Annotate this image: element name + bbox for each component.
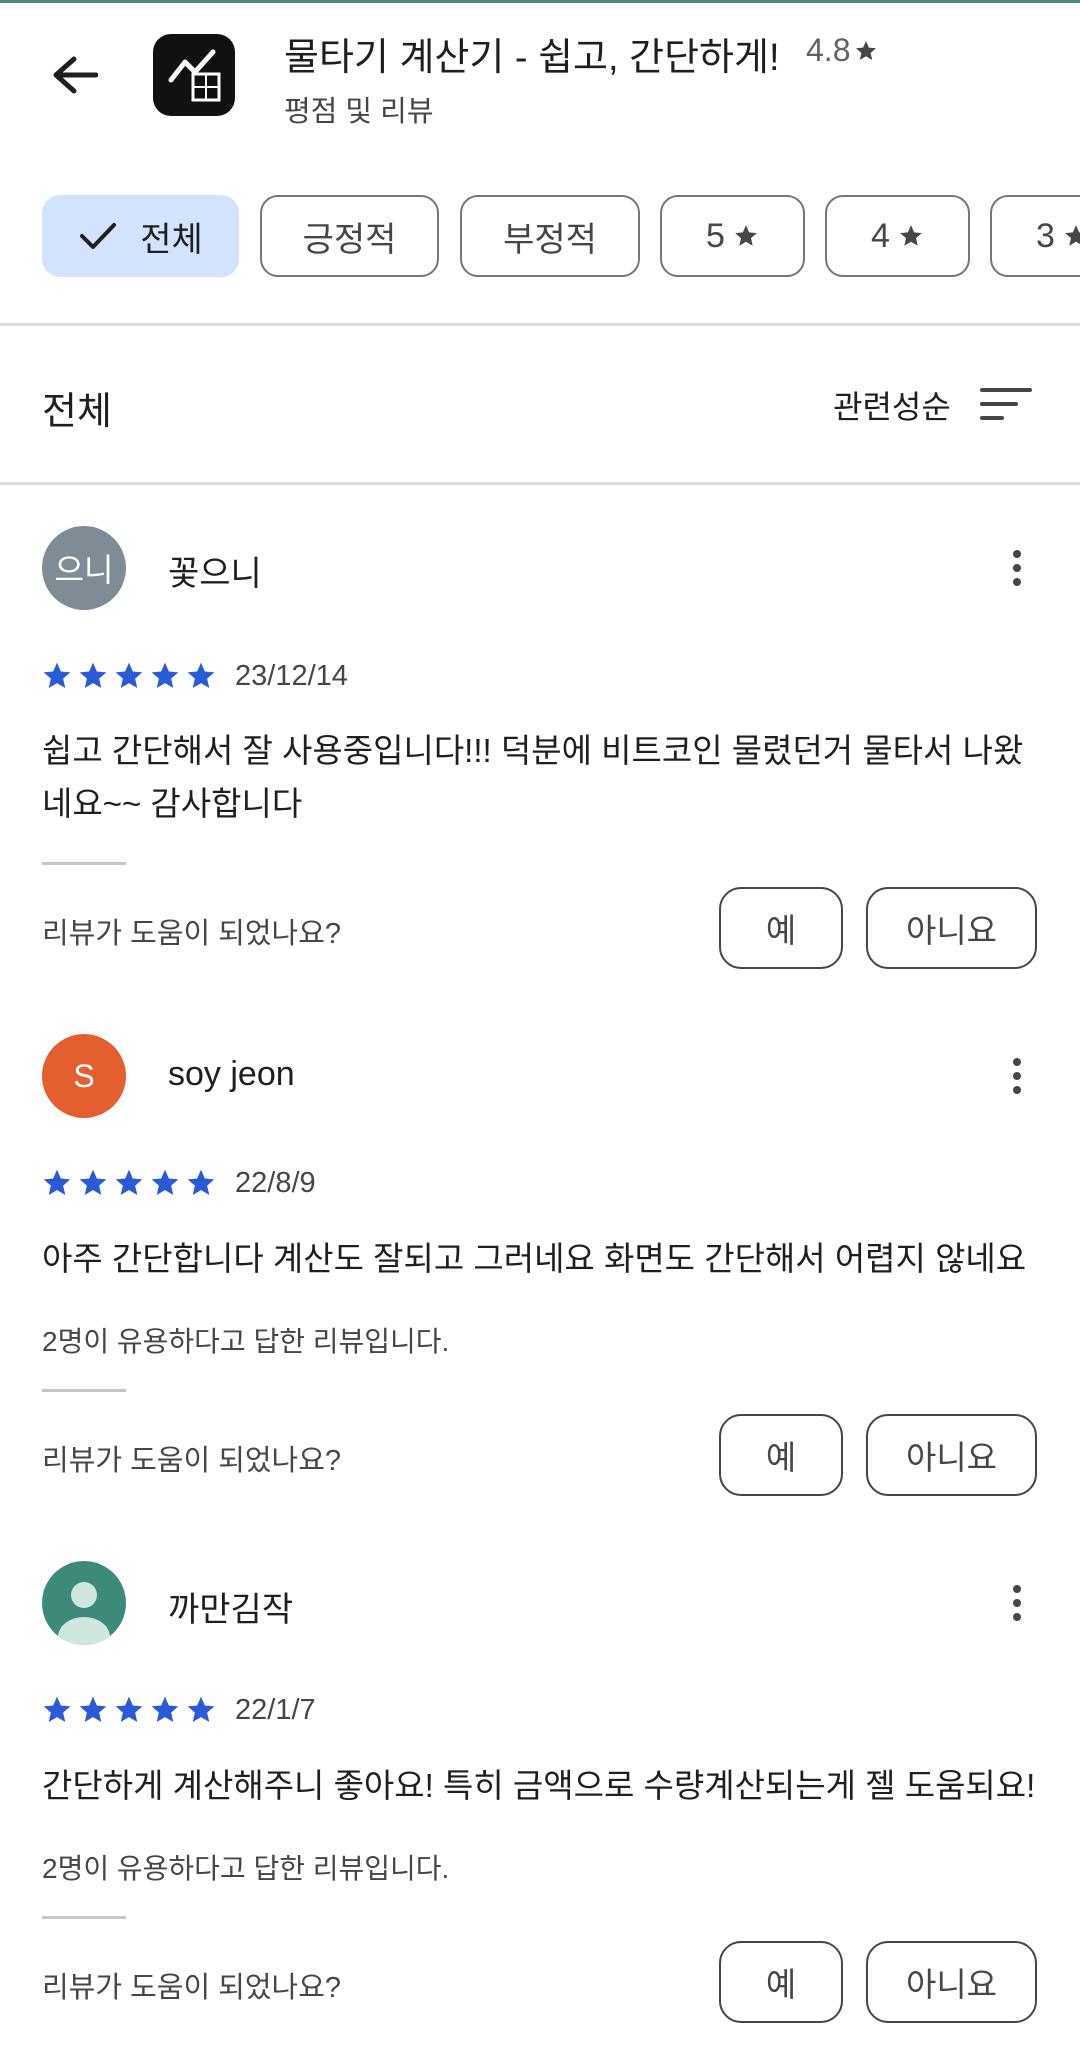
- avatar[interactable]: [42, 1561, 126, 1645]
- star-icon: [43, 1169, 71, 1195]
- star-icon: [187, 1696, 215, 1722]
- review-date: 22/1/7: [235, 1694, 316, 1726]
- chip-5-star[interactable]: 5: [660, 195, 805, 277]
- divider: [42, 862, 126, 865]
- star-icon: [79, 662, 107, 688]
- helpful-count: 2명이 유용하다고 답한 리뷰입니다.: [42, 1326, 450, 1357]
- chip-label: 전체: [140, 220, 203, 259]
- avatar-initials: 으니: [54, 552, 114, 588]
- chip-negative[interactable]: 부정적: [460, 195, 640, 277]
- review-text: 간단하게 계산해주니 좋아요! 특히 금액으로 수량계산되는게 젤 도움되요!: [42, 1767, 1036, 1804]
- helpful-question: 리뷰가 도움이 되었나요?: [42, 918, 342, 950]
- sort-icon[interactable]: [980, 386, 1032, 422]
- app-logo[interactable]: [153, 34, 235, 116]
- chip-all[interactable]: 전체: [42, 195, 239, 277]
- app-rating: 4.8: [806, 32, 878, 69]
- helpful-yes-button[interactable]: 예: [719, 1414, 843, 1496]
- star-icon: [856, 40, 877, 60]
- star-icon: [1065, 225, 1080, 246]
- helpful-question: 리뷰가 도움이 되었나요?: [42, 1445, 342, 1477]
- more-options-icon[interactable]: [1000, 1046, 1034, 1106]
- star-icon: [79, 1696, 107, 1722]
- star-icon: [187, 1169, 215, 1195]
- section-title: 전체: [42, 391, 112, 433]
- star-icon: [115, 1696, 143, 1722]
- helpful-yes-button[interactable]: 예: [719, 887, 843, 969]
- review-author: soy jeon: [168, 1055, 295, 1093]
- review-author: 꽃으니: [168, 555, 262, 593]
- chip-label: 5: [706, 216, 725, 255]
- helpful-count: 2명이 유용하다고 답한 리뷰입니다.: [42, 1853, 450, 1884]
- chip-3-star[interactable]: 3: [990, 195, 1080, 277]
- filter-chips: 전체 긍정적 부정적 5 4 3: [0, 195, 1080, 281]
- chip-label: 3: [1036, 216, 1055, 255]
- star-icon: [43, 1696, 71, 1722]
- chip-4-star[interactable]: 4: [825, 195, 970, 277]
- helpful-yes-button[interactable]: 예: [719, 1941, 843, 2023]
- star-rating: [40, 1694, 218, 1726]
- avatar[interactable]: S: [42, 1034, 126, 1118]
- divider: [42, 1389, 126, 1392]
- chip-label: 부정적: [503, 220, 597, 259]
- helpful-no-button[interactable]: 아니요: [866, 887, 1037, 969]
- helpful-no-button[interactable]: 아니요: [866, 1414, 1037, 1496]
- star-icon: [900, 225, 922, 246]
- app-rating-value: 4.8: [806, 32, 851, 68]
- divider: [42, 1916, 126, 1919]
- page-subtitle: 평점 및 리뷰: [284, 96, 434, 128]
- star-icon: [151, 662, 179, 688]
- star-icon: [151, 1696, 179, 1722]
- app-title: 물타기 계산기 - 쉽고, 간단하게!: [284, 37, 780, 79]
- more-options-icon[interactable]: [1000, 538, 1034, 598]
- star-icon: [79, 1169, 107, 1195]
- star-icon: [187, 662, 215, 688]
- divider: [0, 323, 1080, 326]
- sort-label[interactable]: 관련성순: [833, 382, 951, 428]
- star-icon: [43, 662, 71, 688]
- review-date: 23/12/14: [235, 660, 348, 692]
- review-author: 까만김작: [168, 1591, 294, 1629]
- more-options-icon[interactable]: [1000, 1573, 1034, 1633]
- star-icon: [115, 1169, 143, 1195]
- chip-positive[interactable]: 긍정적: [260, 195, 439, 277]
- avatar[interactable]: 으니: [42, 526, 126, 610]
- divider: [0, 482, 1080, 485]
- check-icon: [80, 223, 117, 249]
- review-text: 아주 간단합니다 계산도 잘되고 그러네요 화면도 간단해서 어렵지 않네요: [42, 1240, 1027, 1277]
- star-icon: [735, 225, 757, 246]
- star-icon: [115, 662, 143, 688]
- chip-label: 4: [871, 216, 890, 255]
- avatar-initials: S: [73, 1057, 95, 1094]
- review-text: 쉽고 간단해서 잘 사용중입니다!!! 덕분에 비트코인 물렸던거 물타서 나왔…: [42, 732, 1024, 822]
- helpful-question: 리뷰가 도움이 되었나요?: [42, 1972, 342, 2004]
- chip-label: 긍정적: [302, 220, 397, 259]
- helpful-no-button[interactable]: 아니요: [866, 1941, 1037, 2023]
- back-arrow-icon[interactable]: [40, 40, 110, 110]
- header: 물타기 계산기 - 쉽고, 간단하게! 4.8 평점 및 리뷰: [0, 0, 1080, 150]
- star-rating: [40, 1167, 218, 1199]
- review-date: 22/8/9: [235, 1167, 316, 1199]
- star-rating: [40, 660, 218, 692]
- default-avatar-icon: [58, 1582, 110, 1645]
- star-icon: [151, 1169, 179, 1195]
